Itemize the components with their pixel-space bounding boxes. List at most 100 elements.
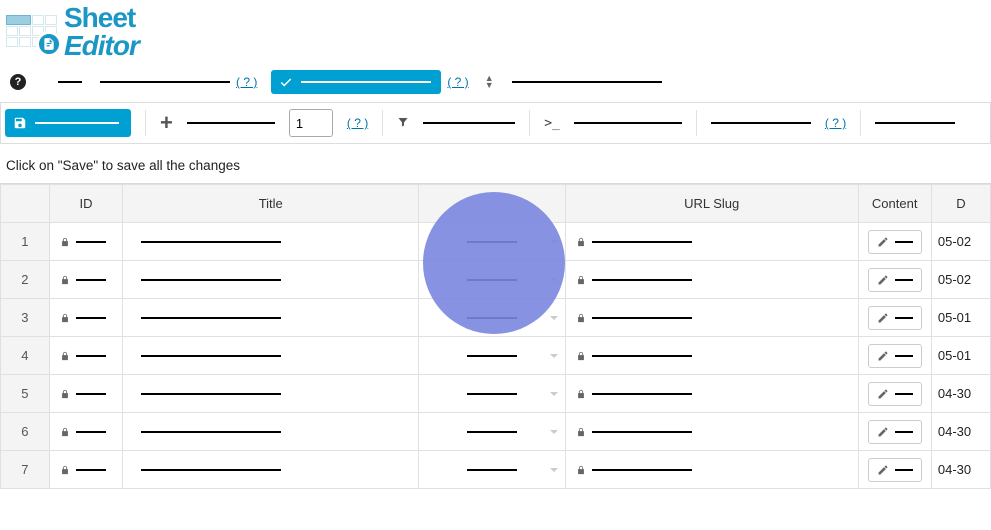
cell-date[interactable]: 05-02 — [931, 261, 990, 299]
cell-title[interactable] — [123, 223, 419, 261]
cell-dropdown[interactable] — [419, 299, 566, 337]
cell-date[interactable]: 05-02 — [931, 223, 990, 261]
cell-title[interactable] — [123, 451, 419, 489]
table-row: 6 04-30 — [1, 413, 991, 451]
help-link-tool[interactable]: ( ? ) — [825, 116, 846, 130]
cell-id[interactable] — [49, 337, 123, 375]
sort-icon[interactable]: ▲▼ — [485, 75, 494, 89]
edit-content-button[interactable] — [868, 382, 922, 406]
cell-dropdown[interactable] — [419, 223, 566, 261]
lock-icon — [576, 313, 586, 323]
cell-id[interactable] — [49, 223, 123, 261]
cell-dropdown[interactable] — [419, 261, 566, 299]
cell-title[interactable] — [123, 261, 419, 299]
table-row: 2 05-02 — [1, 261, 991, 299]
row-number[interactable]: 6 — [1, 413, 50, 451]
lock-icon — [60, 351, 70, 361]
help-link-2[interactable]: ( ? ) — [447, 75, 468, 89]
lock-icon — [576, 275, 586, 285]
cell-id[interactable] — [49, 413, 123, 451]
lock-icon — [60, 465, 70, 475]
cell-slug[interactable] — [565, 261, 858, 299]
cell-content[interactable] — [858, 299, 931, 337]
edit-content-button[interactable] — [868, 420, 922, 444]
cell-dropdown[interactable] — [419, 337, 566, 375]
pencil-icon — [877, 236, 889, 248]
edit-content-button[interactable] — [868, 458, 922, 482]
col-header-date[interactable]: D — [931, 185, 990, 223]
header-row: ID Title URL Slug Content D — [1, 185, 991, 223]
save-button[interactable] — [5, 109, 131, 137]
page-number-input[interactable] — [289, 109, 333, 137]
table-row: 4 05-01 — [1, 337, 991, 375]
edit-content-button[interactable] — [868, 344, 922, 368]
cell-dropdown[interactable] — [419, 375, 566, 413]
col-header-title[interactable]: Title — [123, 185, 419, 223]
col-header-blank[interactable] — [419, 185, 566, 223]
row-number[interactable]: 3 — [1, 299, 50, 337]
label-redacted — [58, 81, 82, 83]
col-header-slug[interactable]: URL Slug — [565, 185, 858, 223]
cell-title[interactable] — [123, 299, 419, 337]
cell-dropdown[interactable] — [419, 413, 566, 451]
edit-content-button[interactable] — [868, 268, 922, 292]
row-number[interactable]: 2 — [1, 261, 50, 299]
help-link-pager[interactable]: ( ? ) — [347, 116, 368, 130]
help-icon[interactable]: ? — [10, 74, 26, 90]
logo-text-1: Sheet — [64, 4, 139, 32]
cell-date[interactable]: 04-30 — [931, 375, 990, 413]
spreadsheet: ID Title URL Slug Content D 1 05-02 2 05-02… — [0, 183, 991, 489]
cell-content[interactable] — [858, 337, 931, 375]
edit-content-button[interactable] — [868, 230, 922, 254]
tool-label-redacted — [875, 122, 955, 124]
cell-date[interactable]: 04-30 — [931, 451, 990, 489]
col-header-id[interactable]: ID — [49, 185, 123, 223]
lock-icon — [60, 313, 70, 323]
row-number[interactable]: 1 — [1, 223, 50, 261]
cell-content[interactable] — [858, 451, 931, 489]
cell-date[interactable]: 05-01 — [931, 299, 990, 337]
filter-button[interactable] — [397, 116, 409, 131]
add-button[interactable]: + — [160, 110, 173, 136]
toolbar: + ( ? ) >_ ( ? ) — [0, 102, 991, 144]
cell-id[interactable] — [49, 451, 123, 489]
save-label-redacted — [35, 122, 119, 124]
row-number[interactable]: 4 — [1, 337, 50, 375]
cell-content[interactable] — [858, 413, 931, 451]
row-number[interactable]: 5 — [1, 375, 50, 413]
cell-content[interactable] — [858, 375, 931, 413]
edit-content-button[interactable] — [868, 306, 922, 330]
cell-slug[interactable] — [565, 451, 858, 489]
cell-id[interactable] — [49, 261, 123, 299]
cell-title[interactable] — [123, 413, 419, 451]
lock-icon — [60, 427, 70, 437]
cell-dropdown[interactable] — [419, 451, 566, 489]
cell-id[interactable] — [49, 299, 123, 337]
cell-slug[interactable] — [565, 299, 858, 337]
tag-label-redacted — [301, 81, 431, 83]
cell-title[interactable] — [123, 375, 419, 413]
cell-title[interactable] — [123, 337, 419, 375]
selected-tag[interactable] — [271, 70, 441, 94]
table-row: 7 04-30 — [1, 451, 991, 489]
cell-content[interactable] — [858, 223, 931, 261]
cell-slug[interactable] — [565, 413, 858, 451]
cell-slug[interactable] — [565, 375, 858, 413]
table-row: 3 05-01 — [1, 299, 991, 337]
lock-icon — [576, 237, 586, 247]
cell-date[interactable]: 04-30 — [931, 413, 990, 451]
cell-slug[interactable] — [565, 337, 858, 375]
funnel-icon — [397, 116, 409, 128]
logo-grid-icon — [4, 9, 60, 55]
lock-icon — [60, 275, 70, 285]
table-row: 5 04-30 — [1, 375, 991, 413]
cell-slug[interactable] — [565, 223, 858, 261]
cell-date[interactable]: 05-01 — [931, 337, 990, 375]
row-number[interactable]: 7 — [1, 451, 50, 489]
pencil-icon — [877, 274, 889, 286]
controls-row: ? ( ? ) ( ? ) ▲▼ — [0, 60, 991, 102]
cell-content[interactable] — [858, 261, 931, 299]
help-link-1[interactable]: ( ? ) — [236, 75, 257, 89]
cell-id[interactable] — [49, 375, 123, 413]
col-header-content[interactable]: Content — [858, 185, 931, 223]
